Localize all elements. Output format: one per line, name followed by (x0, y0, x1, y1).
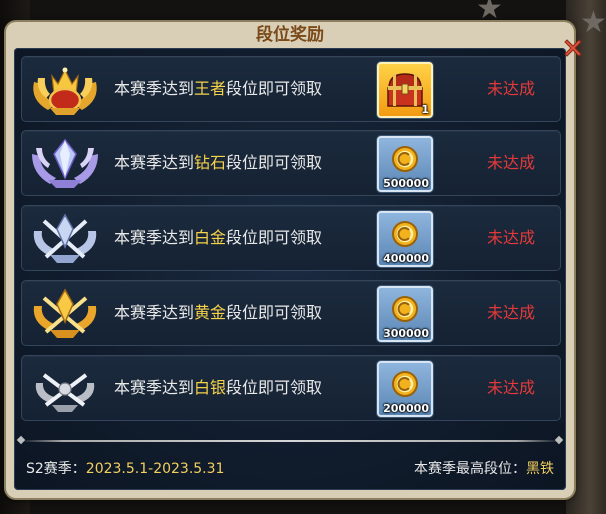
status-label: 未达成 (487, 228, 536, 247)
reward-item-slot[interactable]: 200000 (377, 361, 433, 417)
rank-name: 王者 (194, 79, 227, 98)
status-label: 未达成 (487, 153, 536, 172)
reward-requirement-text: 本赛季达到白银段位即可领取 (114, 378, 323, 397)
reward-item-slot[interactable]: 500000 (377, 136, 433, 192)
divider-line (20, 440, 560, 442)
rewards-list-panel: 本赛季达到王者段位即可领取 1 未达成 本赛季达到钻石段位即可领取 500000… (14, 48, 566, 490)
rank-name: 白银 (194, 378, 227, 397)
title-bar: 段位奖励 (6, 22, 574, 48)
gold-rank-badge-icon (33, 288, 97, 338)
rank-name: 钻石 (194, 153, 227, 172)
season-dates: 2023.5.1-2023.5.31 (85, 461, 225, 477)
divider-end-icon (16, 435, 26, 445)
rank-name: 黄金 (194, 303, 227, 322)
divider-end-icon (554, 435, 564, 445)
reward-item-slot[interactable]: 400000 (377, 211, 433, 267)
status-label: 未达成 (487, 303, 536, 322)
close-icon[interactable] (561, 36, 585, 60)
highest-rank-info: 本赛季最高段位：黑铁 (414, 461, 554, 477)
highest-rank-value: 黑铁 (526, 461, 554, 477)
star-decoration-icon: ★ (476, 0, 503, 26)
reward-quantity: 400000 (383, 252, 429, 265)
silver-rank-badge-icon (35, 373, 95, 412)
dialog-title: 段位奖励 (256, 25, 324, 45)
reward-item-slot[interactable]: 300000 (377, 286, 433, 342)
reward-row-gold: 本赛季达到黄金段位即可领取 300000 未达成 (21, 280, 561, 346)
reward-item-slot[interactable]: 1 (377, 62, 433, 118)
reward-row-platinum: 本赛季达到白金段位即可领取 400000 未达成 (21, 205, 561, 271)
platinum-rank-badge-icon (33, 213, 97, 263)
status-label: 未达成 (487, 378, 536, 397)
reward-row-silver: 本赛季达到白银段位即可领取 200000 未达成 (21, 355, 561, 421)
king-rank-badge-icon (33, 67, 97, 115)
reward-requirement-text: 本赛季达到白金段位即可领取 (114, 228, 323, 247)
reward-quantity: 1 (421, 103, 429, 116)
diamond-rank-badge-icon (32, 138, 98, 188)
reward-requirement-text: 本赛季达到黄金段位即可领取 (114, 303, 323, 322)
reward-requirement-text: 本赛季达到钻石段位即可领取 (114, 153, 323, 172)
reward-quantity: 200000 (383, 402, 429, 415)
rank-rewards-dialog: 段位奖励 本赛季达到王者段位即可领取 1 未达成 本赛季达到钻石段位即可领取 5… (6, 22, 582, 498)
reward-requirement-text: 本赛季达到王者段位即可领取 (114, 79, 323, 98)
rank-name: 白金 (194, 228, 227, 247)
star-decoration-icon: ★ (580, 5, 606, 40)
reward-row-king: 本赛季达到王者段位即可领取 1 未达成 (21, 56, 561, 122)
season-info: S2赛季：2023.5.1-2023.5.31 (26, 461, 225, 477)
status-label: 未达成 (487, 79, 536, 98)
reward-row-diamond: 本赛季达到钻石段位即可领取 500000 未达成 (21, 130, 561, 196)
reward-quantity: 300000 (383, 327, 429, 340)
reward-quantity: 500000 (383, 177, 429, 190)
